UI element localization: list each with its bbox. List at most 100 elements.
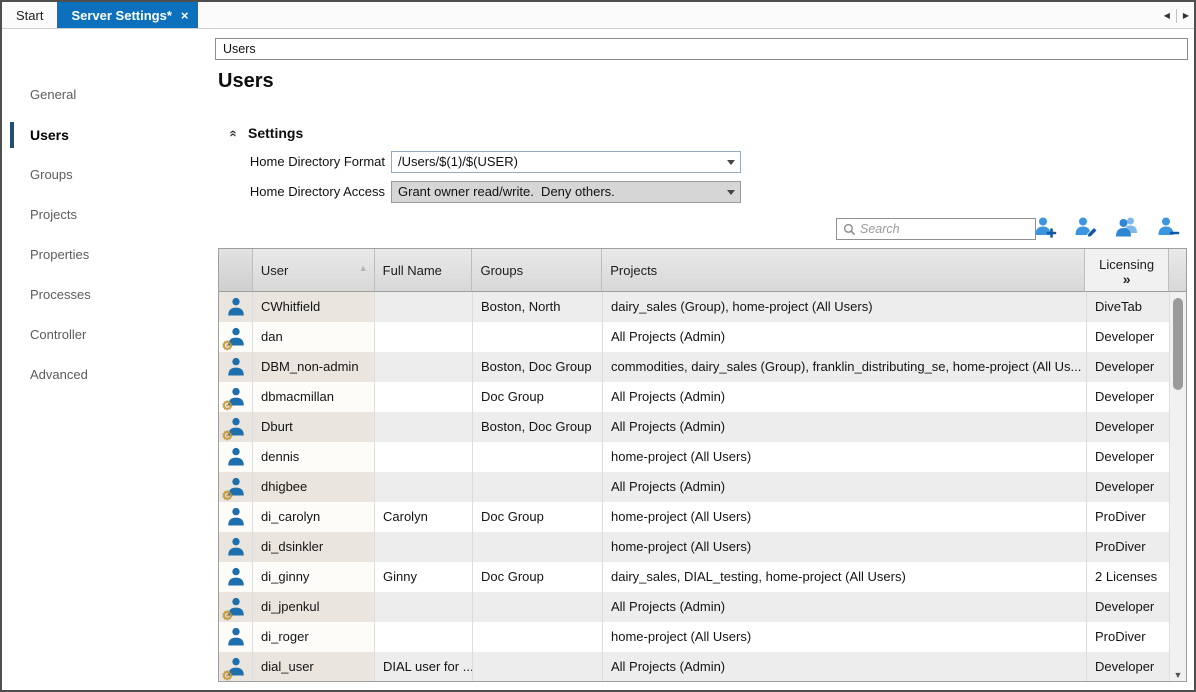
projects-cell: All Projects (Admin) bbox=[603, 412, 1087, 442]
full-name-cell bbox=[375, 292, 473, 322]
sidebar-item-advanced[interactable]: Advanced bbox=[2, 355, 215, 395]
sidebar-item-general[interactable]: General bbox=[2, 75, 215, 115]
edit-user-button[interactable] bbox=[1072, 214, 1100, 240]
user-name-cell: di_jpenkul bbox=[253, 592, 375, 622]
table-row[interactable]: ⚙ di_ginny Ginny Doc Group dairy_sales, … bbox=[219, 562, 1186, 592]
user-icon: ⚙ bbox=[225, 446, 247, 468]
close-tab-icon[interactable]: × bbox=[181, 9, 189, 22]
user-type-cell: ⚙ bbox=[219, 652, 253, 682]
server-settings-window: Start Server Settings* × ◀ ▶ General Use… bbox=[0, 0, 1196, 692]
user-type-cell: ⚙ bbox=[219, 412, 253, 442]
table-row[interactable]: ⚙ dbmacmillan Doc Group All Projects (Ad… bbox=[219, 382, 1186, 412]
table-row[interactable]: ⚙ dan All Projects (Admin) Developer bbox=[219, 322, 1186, 352]
table-row[interactable]: ⚙ di_dsinkler home-project (All Users) P… bbox=[219, 532, 1186, 562]
sidebar-item-label: Advanced bbox=[30, 367, 88, 382]
table-row[interactable]: ⚙ di_jpenkul All Projects (Admin) Develo… bbox=[219, 592, 1186, 622]
column-header-user[interactable]: User ▲ bbox=[253, 249, 375, 292]
groups-cell bbox=[473, 472, 603, 502]
header-filler bbox=[1169, 249, 1186, 292]
tab-server-settings[interactable]: Server Settings* × bbox=[57, 2, 197, 28]
user-search bbox=[836, 218, 1036, 240]
sidebar-item-properties[interactable]: Properties bbox=[2, 235, 215, 275]
tab-start[interactable]: Start bbox=[2, 2, 57, 28]
breadcrumb[interactable]: Users bbox=[215, 38, 1188, 60]
chevron-down-icon[interactable] bbox=[721, 182, 740, 202]
column-header-label: Licensing bbox=[1099, 257, 1154, 272]
home-directory-access-row: Home Directory Access Grant owner read/w… bbox=[215, 181, 741, 203]
table-row[interactable]: ⚙ dial_user DIAL user for ... All Projec… bbox=[219, 652, 1186, 682]
home-directory-access-select[interactable]: Grant owner read/write. Deny others. bbox=[391, 181, 741, 203]
sidebar-item-label: Properties bbox=[30, 247, 89, 262]
column-header-icon[interactable] bbox=[219, 249, 253, 292]
expand-columns-icon[interactable]: » bbox=[1123, 272, 1131, 286]
table-row[interactable]: ⚙ di_carolyn Carolyn Doc Group home-proj… bbox=[219, 502, 1186, 532]
sidebar-item-projects[interactable]: Projects bbox=[2, 195, 215, 235]
scroll-down-icon[interactable]: ▼ bbox=[1170, 670, 1186, 680]
table-row[interactable]: ⚙ di_roger home-project (All Users) ProD… bbox=[219, 622, 1186, 652]
user-toolbar bbox=[1031, 214, 1182, 240]
user-type-cell: ⚙ bbox=[219, 532, 253, 562]
user-icon: ⚙ bbox=[225, 356, 247, 378]
user-name-cell: dhigbee bbox=[253, 472, 375, 502]
vertical-scrollbar[interactable]: ▼ bbox=[1169, 292, 1186, 681]
licensing-cell: 2 Licenses bbox=[1087, 562, 1171, 592]
full-name-cell bbox=[375, 442, 473, 472]
users-icon bbox=[1115, 215, 1139, 239]
chevron-down-icon[interactable] bbox=[721, 152, 740, 172]
projects-cell: commodities, dairy_sales (Group), frankl… bbox=[603, 352, 1087, 382]
user-type-cell: ⚙ bbox=[219, 562, 253, 592]
sidebar-item-groups[interactable]: Groups bbox=[2, 155, 215, 195]
licensing-cell: ProDiver bbox=[1087, 622, 1171, 652]
column-header-projects[interactable]: Projects bbox=[602, 249, 1085, 292]
user-icon: ⚙ bbox=[225, 416, 247, 438]
nav-forward-icon[interactable]: ▶ bbox=[1181, 11, 1191, 20]
admin-gear-icon: ⚙ bbox=[222, 609, 234, 622]
admin-gear-icon: ⚙ bbox=[222, 429, 234, 442]
user-name-cell: CWhitfield bbox=[253, 292, 375, 322]
add-user-icon bbox=[1033, 215, 1057, 239]
sidebar-item-label: General bbox=[30, 87, 76, 102]
scrollbar-thumb[interactable] bbox=[1173, 298, 1183, 390]
groups-cell: Doc Group bbox=[473, 382, 603, 412]
settings-section-title: Settings bbox=[248, 125, 303, 141]
table-row[interactable]: ⚙ Dburt Boston, Doc Group All Projects (… bbox=[219, 412, 1186, 442]
sidebar-item-controller[interactable]: Controller bbox=[2, 315, 215, 355]
column-header-licensing[interactable]: Licensing » bbox=[1085, 249, 1169, 292]
table-row[interactable]: ⚙ DBM_non-admin Boston, Doc Group commod… bbox=[219, 352, 1186, 382]
licensing-cell: Developer bbox=[1087, 442, 1171, 472]
home-directory-access-value: Grant owner read/write. Deny others. bbox=[398, 184, 615, 199]
column-header-groups[interactable]: Groups bbox=[472, 249, 602, 292]
licensing-cell: Developer bbox=[1087, 412, 1171, 442]
full-name-cell bbox=[375, 472, 473, 502]
add-user-button[interactable] bbox=[1031, 214, 1059, 240]
remove-user-button[interactable] bbox=[1154, 214, 1182, 240]
groups-cell bbox=[473, 322, 603, 352]
full-name-cell bbox=[375, 322, 473, 352]
sidebar-item-processes[interactable]: Processes bbox=[2, 275, 215, 315]
column-header-full-name[interactable]: Full Name bbox=[375, 249, 473, 292]
groups-cell: Boston, North bbox=[473, 292, 603, 322]
user-name-cell: DBM_non-admin bbox=[253, 352, 375, 382]
settings-section-header: » Settings bbox=[225, 125, 303, 141]
home-directory-format-row: Home Directory Format /Users/$(1)/$(USER… bbox=[215, 151, 741, 173]
user-type-cell: ⚙ bbox=[219, 442, 253, 472]
groups-cell bbox=[473, 622, 603, 652]
sort-ascending-icon: ▲ bbox=[359, 263, 368, 273]
licensing-cell: ProDiver bbox=[1087, 532, 1171, 562]
full-name-cell bbox=[375, 352, 473, 382]
projects-cell: All Projects (Admin) bbox=[603, 322, 1087, 352]
table-row[interactable]: ⚙ dhigbee All Projects (Admin) Developer bbox=[219, 472, 1186, 502]
full-name-cell: DIAL user for ... bbox=[375, 652, 473, 682]
home-directory-format-select[interactable]: /Users/$(1)/$(USER) bbox=[391, 151, 741, 173]
collapse-section-icon[interactable]: » bbox=[225, 126, 240, 140]
user-type-cell: ⚙ bbox=[219, 472, 253, 502]
table-row[interactable]: ⚙ dennis home-project (All Users) Develo… bbox=[219, 442, 1186, 472]
sidebar-item-users[interactable]: Users bbox=[2, 115, 215, 155]
projects-cell: dairy_sales, DIAL_testing, home-project … bbox=[603, 562, 1087, 592]
licensing-cell: Developer bbox=[1087, 592, 1171, 622]
copy-user-button[interactable] bbox=[1113, 214, 1141, 240]
user-icon: ⚙ bbox=[225, 596, 247, 618]
search-input[interactable] bbox=[860, 219, 1035, 239]
table-row[interactable]: ⚙ CWhitfield Boston, North dairy_sales (… bbox=[219, 292, 1186, 322]
nav-back-icon[interactable]: ◀ bbox=[1162, 11, 1172, 20]
